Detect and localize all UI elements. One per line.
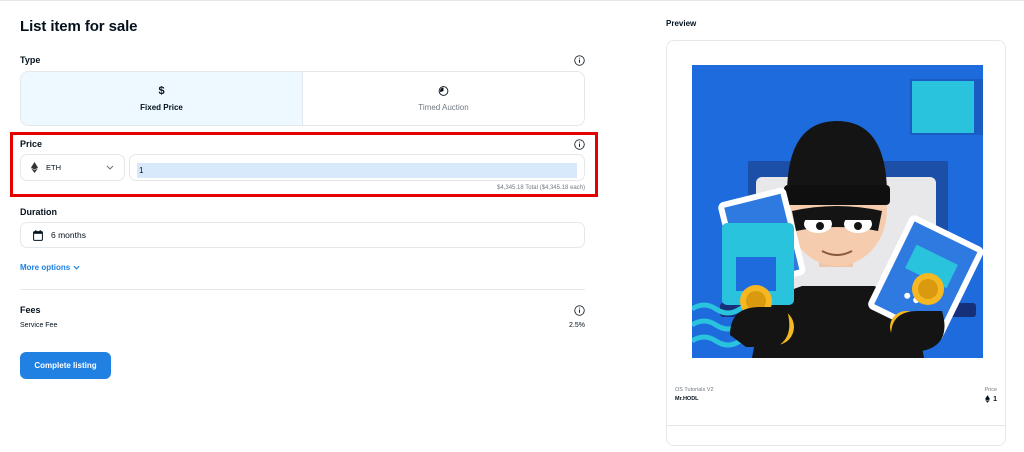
calendar-icon bbox=[33, 229, 43, 241]
page-title: List item for sale bbox=[20, 18, 138, 35]
duration-label: Duration bbox=[20, 207, 57, 217]
preview-meta: OS Tutorials V2 Mr.HODL Price 1 bbox=[675, 387, 997, 403]
fees-info-icon[interactable] bbox=[574, 305, 585, 316]
collection-name: OS Tutorials V2 bbox=[675, 387, 714, 393]
price-highlight-box bbox=[10, 132, 598, 197]
dollar-icon: $ bbox=[158, 85, 165, 97]
fixed-price-label: Fixed Price bbox=[140, 103, 183, 112]
timed-auction-option[interactable]: Timed Auction bbox=[303, 72, 584, 125]
preview-price-label: Price bbox=[984, 387, 997, 393]
complete-listing-button[interactable]: Complete listing bbox=[20, 352, 111, 379]
service-fee-label: Service Fee bbox=[20, 322, 58, 329]
chevron-down-icon bbox=[73, 265, 80, 270]
thief-illustration bbox=[692, 65, 983, 358]
item-name: Mr.HODL bbox=[675, 396, 699, 402]
ethereum-icon bbox=[985, 395, 991, 403]
preview-price: 1 bbox=[984, 395, 997, 403]
listing-type-selector: $ Fixed Price Timed Auction bbox=[20, 71, 585, 126]
timed-auction-label: Timed Auction bbox=[418, 103, 469, 112]
more-options-link[interactable]: More options bbox=[20, 263, 80, 272]
section-divider bbox=[20, 289, 585, 290]
top-divider bbox=[0, 0, 1024, 1]
card-footer-divider bbox=[667, 425, 1005, 426]
type-info-icon[interactable] bbox=[574, 55, 585, 66]
preview-price-value: 1 bbox=[993, 395, 997, 403]
service-fee-value: 2.5% bbox=[569, 322, 585, 329]
more-options-label: More options bbox=[20, 263, 71, 272]
nft-artwork bbox=[692, 65, 983, 358]
preview-card[interactable]: OS Tutorials V2 Mr.HODL Price 1 bbox=[666, 40, 1006, 446]
type-label: Type bbox=[20, 55, 41, 65]
clock-icon bbox=[438, 86, 449, 96]
preview-title: Preview bbox=[666, 19, 697, 28]
fixed-price-option[interactable]: $ Fixed Price bbox=[21, 72, 303, 125]
duration-value: 6 months bbox=[51, 230, 86, 240]
duration-select[interactable]: 6 months bbox=[20, 222, 585, 248]
fees-label: Fees bbox=[20, 305, 41, 315]
